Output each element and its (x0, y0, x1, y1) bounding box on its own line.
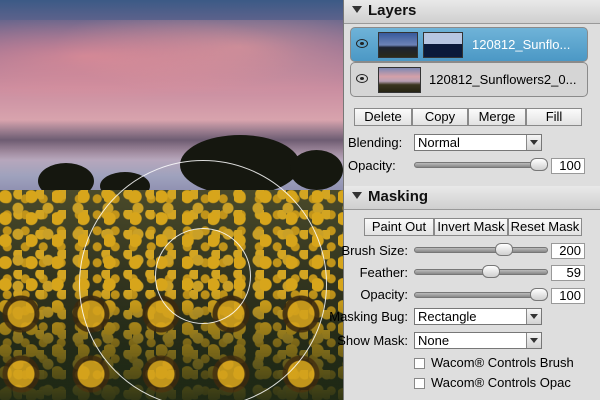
feather-slider[interactable] (414, 265, 548, 279)
slider-track (414, 269, 548, 275)
reset-mask-button[interactable]: Reset Mask (508, 218, 582, 236)
side-panel: Layers 120812_Sunflo... 120812_Sunflower… (329, 0, 600, 400)
chevron-down-icon (526, 135, 541, 150)
wacom-opacity-label: Wacom® Controls Opac (431, 375, 571, 390)
layer-thumbnail (378, 32, 418, 58)
delete-button[interactable]: Delete (354, 108, 412, 126)
show-mask-select[interactable]: None (414, 332, 542, 349)
layer-thumbnail (378, 67, 421, 93)
layer-mask-thumbnail (423, 32, 463, 58)
slider-knob[interactable] (495, 243, 513, 256)
disclosure-triangle-icon[interactable] (352, 6, 362, 13)
brush-cursor-inner (155, 228, 251, 324)
brush-size-value[interactable]: 200 (551, 243, 585, 259)
show-mask-value: None (418, 333, 450, 348)
show-mask-label: Show Mask: (337, 333, 408, 348)
layer-name: 120812_Sunflowers2_0... (429, 72, 577, 87)
photo-canvas[interactable] (0, 0, 343, 400)
layer-row-1[interactable]: 120812_Sunflo... (350, 27, 588, 62)
layer-name: 120812_Sunflo... (472, 37, 571, 52)
invert-mask-button[interactable]: Invert Mask (434, 218, 508, 236)
layer-row-2[interactable]: 120812_Sunflowers2_0... (350, 62, 588, 97)
slider-track (414, 247, 548, 253)
brush-size-label: Brush Size: (341, 243, 408, 258)
layer-opacity-label: Opacity: (348, 158, 396, 173)
layer-opacity-slider[interactable] (414, 158, 548, 172)
eye-icon[interactable] (356, 39, 368, 48)
mask-opacity-slider[interactable] (414, 288, 548, 302)
blending-select[interactable]: Normal (414, 134, 542, 151)
mask-opacity-label: Opacity: (360, 287, 408, 302)
slider-track (414, 162, 548, 168)
wacom-brush-label: Wacom® Controls Brush (431, 355, 574, 370)
slider-track (414, 292, 548, 298)
disclosure-triangle-icon[interactable] (352, 192, 362, 199)
layers-header[interactable]: Layers (344, 0, 600, 24)
slider-knob[interactable] (482, 265, 500, 278)
masking-bug-value: Rectangle (418, 309, 477, 324)
mask-opacity-value[interactable]: 100 (551, 288, 585, 304)
wacom-brush-checkbox[interactable] (414, 358, 425, 369)
eye-icon[interactable] (356, 74, 368, 83)
masking-header[interactable]: Masking (344, 186, 600, 210)
slider-knob[interactable] (530, 288, 548, 301)
masking-bug-label: Masking Bug: (329, 309, 408, 324)
chevron-down-icon (526, 309, 541, 324)
layer-opacity-value[interactable]: 100 (551, 158, 585, 174)
masking-title: Masking (368, 188, 429, 205)
blending-value: Normal (418, 135, 460, 150)
tree-far-right (290, 150, 343, 190)
feather-value[interactable]: 59 (551, 265, 585, 281)
feather-label: Feather: (359, 265, 408, 280)
masking-bug-select[interactable]: Rectangle (414, 308, 542, 325)
brush-size-slider[interactable] (414, 243, 548, 257)
layers-title: Layers (368, 2, 417, 19)
chevron-down-icon (526, 333, 541, 348)
fill-button[interactable]: Fill (526, 108, 582, 126)
copy-button[interactable]: Copy (412, 108, 468, 126)
wacom-opacity-checkbox[interactable] (414, 378, 425, 389)
merge-button[interactable]: Merge (468, 108, 526, 126)
sky-clouds (0, 20, 343, 110)
slider-knob[interactable] (530, 158, 548, 171)
blending-label: Blending: (348, 135, 403, 150)
paint-out-button[interactable]: Paint Out (364, 218, 434, 236)
